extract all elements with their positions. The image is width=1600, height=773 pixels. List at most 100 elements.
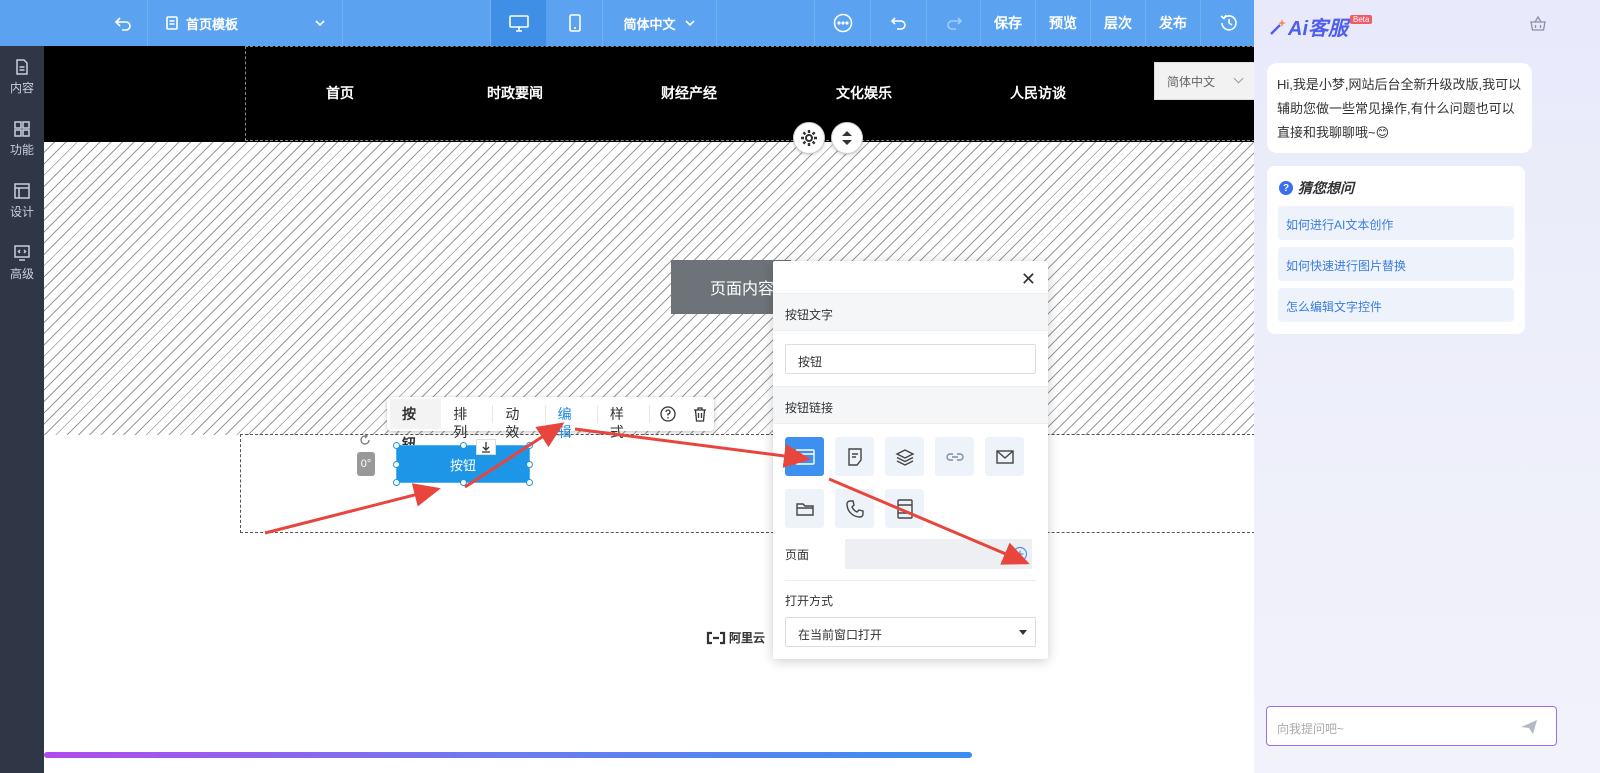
nav-item-finance[interactable]: 财经产经 xyxy=(661,83,717,103)
resize-handle[interactable] xyxy=(393,461,400,468)
phone-icon xyxy=(845,499,864,518)
caret-down-icon xyxy=(1019,630,1027,635)
undo-back-button[interactable] xyxy=(0,0,148,46)
page-content-area[interactable] xyxy=(44,142,1280,435)
redo-button[interactable] xyxy=(927,0,981,46)
save-button[interactable]: 保存 xyxy=(981,0,1036,46)
help-button[interactable] xyxy=(650,406,686,422)
basket-icon[interactable] xyxy=(1529,15,1547,33)
open-mode-select[interactable]: 在当前窗口打开 xyxy=(785,617,1036,647)
language-switch[interactable]: 简体中文 xyxy=(603,0,717,46)
delete-button[interactable] xyxy=(686,406,714,422)
mobile-view-button[interactable] xyxy=(547,0,603,46)
ai-assistant-panel: Ai客服 Beta Hi,我是小梦,网站后台全新升级改版,我可以辅助您做一些常见… xyxy=(1254,0,1600,773)
ai-greeting-bubble: Hi,我是小梦,网站后台全新升级改版,我可以辅助您做一些常见操作,有什么问题也可… xyxy=(1267,63,1532,153)
history-button[interactable] xyxy=(1201,0,1256,46)
nav-item-home[interactable]: 首页 xyxy=(326,83,354,103)
link-type-phone[interactable] xyxy=(835,489,874,528)
publish-label: 发布 xyxy=(1159,15,1187,31)
sidebar-item-function[interactable]: 功能 xyxy=(0,108,44,170)
resize-handle[interactable] xyxy=(526,479,533,486)
nav-item-politics[interactable]: 时政要闻 xyxy=(487,83,543,103)
link-type-page[interactable] xyxy=(785,437,824,476)
site-language-value: 简体中文 xyxy=(1167,74,1216,89)
site-language-select[interactable]: 简体中文 xyxy=(1154,62,1257,100)
button-text-heading: 按钮文字 xyxy=(773,293,1048,331)
link-type-url[interactable] xyxy=(935,437,974,476)
link-icon xyxy=(945,452,964,461)
sidebar-item-content[interactable]: 内容 xyxy=(0,46,44,108)
page-label: 页面 xyxy=(785,548,810,562)
chevron-down-icon xyxy=(684,20,695,27)
suggested-question[interactable]: 如何进行AI文本创作 xyxy=(1278,206,1514,240)
publish-button[interactable]: 发布 xyxy=(1146,0,1201,46)
close-icon[interactable]: ✕ xyxy=(1021,269,1036,290)
sidebar-item-label: 内容 xyxy=(9,81,34,95)
editor-canvas[interactable]: 首页 时政要闻 财经产经 文化娱乐 人民访谈 简体中文 页面内容 按钮 排列 动… xyxy=(44,46,1280,773)
nav-item-interview[interactable]: 人民访谈 xyxy=(1010,83,1066,103)
toolbar-arrange[interactable]: 排列 xyxy=(441,405,494,440)
link-type-email[interactable] xyxy=(985,437,1024,476)
footer-brand-label: 阿里云 xyxy=(729,631,766,645)
nav-item-culture[interactable]: 文化娱乐 xyxy=(836,83,892,103)
link-type-file[interactable] xyxy=(785,489,824,528)
help-icon xyxy=(660,406,676,422)
resize-handle[interactable] xyxy=(460,442,467,449)
browser-window-icon xyxy=(794,448,815,465)
open-mode-label: 打开方式 xyxy=(785,594,834,608)
suggested-question[interactable]: 如何快速进行图片替换 xyxy=(1278,247,1514,281)
button-link-heading: 按钮链接 xyxy=(773,386,1048,424)
footer-brand: 阿里云 xyxy=(706,629,765,646)
page-select-field[interactable] xyxy=(845,539,1032,569)
sidebar-item-label: 设计 xyxy=(9,205,34,219)
note-icon xyxy=(847,447,862,466)
document-icon xyxy=(16,59,28,75)
page-icon xyxy=(166,16,178,30)
suggested-question[interactable]: 怎么编辑文字控件 xyxy=(1278,288,1514,322)
download-icon[interactable] xyxy=(476,439,496,455)
link-type-popup[interactable] xyxy=(885,489,924,528)
preview-button[interactable]: 预览 xyxy=(1036,0,1091,46)
toolbar-animation[interactable]: 动效 xyxy=(493,405,546,440)
rotate-icon[interactable] xyxy=(358,433,373,448)
grid-icon xyxy=(14,121,30,137)
gear-icon xyxy=(801,130,817,146)
sidebar-item-advanced[interactable]: 高级 xyxy=(0,232,44,294)
language-label: 简体中文 xyxy=(623,16,676,32)
resize-handle[interactable] xyxy=(526,461,533,468)
site-header[interactable]: 首页 时政要闻 财经产经 文化娱乐 人民访谈 简体中文 xyxy=(44,46,1280,142)
add-circle-icon[interactable] xyxy=(1012,546,1028,562)
reorder-button[interactable] xyxy=(831,122,863,154)
resize-handle[interactable] xyxy=(526,442,533,449)
toolbar-button-type[interactable]: 按钮 xyxy=(390,399,442,452)
resize-handle[interactable] xyxy=(393,442,400,449)
settings-button[interactable] xyxy=(793,122,825,154)
sidebar-item-design[interactable]: 设计 xyxy=(0,170,44,232)
trash-icon xyxy=(694,407,707,422)
button-element-label: 按钮 xyxy=(449,457,476,473)
layout-icon xyxy=(14,183,30,199)
toolbar-edit[interactable]: 编辑 xyxy=(546,405,598,440)
redo-icon xyxy=(946,17,962,30)
resize-handle[interactable] xyxy=(393,479,400,486)
link-type-layers[interactable] xyxy=(885,437,924,476)
undo-icon xyxy=(890,17,906,30)
loading-progress-bar xyxy=(44,752,972,758)
resize-handle[interactable] xyxy=(460,479,467,486)
layers-button[interactable]: 层次 xyxy=(1091,0,1146,46)
undo-button[interactable] xyxy=(871,0,927,46)
send-icon[interactable] xyxy=(1520,718,1538,736)
ai-chat-input[interactable]: 向我提问吧~ xyxy=(1266,706,1557,746)
link-type-article[interactable] xyxy=(835,437,874,476)
toolbar-style[interactable]: 样式 xyxy=(598,405,651,440)
guess-title-label: 猜您想问 xyxy=(1298,180,1354,196)
template-select[interactable]: 首页模板 xyxy=(148,0,343,46)
template-name: 首页模板 xyxy=(186,16,239,32)
selected-button-element[interactable]: 按钮 xyxy=(396,445,530,483)
more-button[interactable] xyxy=(815,0,871,46)
nav-container[interactable]: 首页 时政要闻 财经产经 文化娱乐 人民访谈 xyxy=(245,46,1280,141)
button-text-input[interactable]: 按钮 xyxy=(785,344,1036,374)
history-icon xyxy=(1219,14,1237,31)
desktop-view-button[interactable] xyxy=(491,0,547,46)
open-mode-value: 在当前窗口打开 xyxy=(798,628,883,642)
